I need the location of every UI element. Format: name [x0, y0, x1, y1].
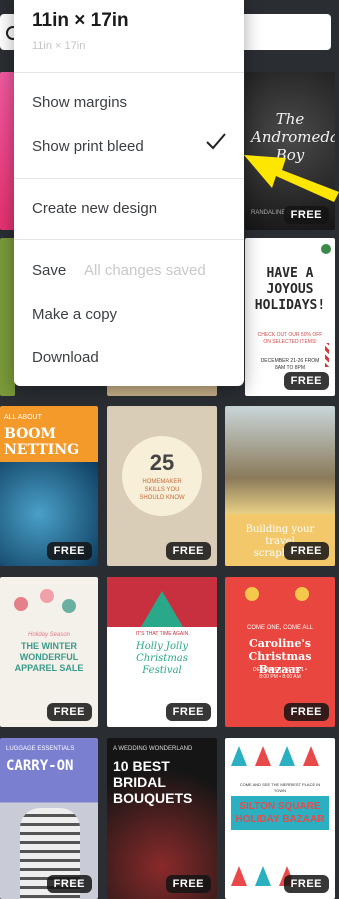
bridal-title: 10 BEST BRIDAL BOUQUETS	[113, 758, 193, 806]
ornament-icon	[40, 589, 54, 603]
tree-icon	[255, 866, 271, 886]
tree-icon	[303, 746, 319, 766]
template-card-homemaker[interactable]: 25 HOMEMAKER SKILLS YOU SHOULD KNOW FREE	[107, 406, 217, 566]
free-badge: FREE	[46, 875, 92, 893]
free-badge: FREE	[46, 703, 92, 721]
joyous-date: DECEMBER 21-26 FROM 8AM TO 8PM	[260, 358, 320, 371]
candy-cane-icon	[325, 343, 329, 367]
holly-title: Holly Jolly Christmas Festival	[135, 641, 189, 676]
free-badge: FREE	[165, 542, 211, 560]
menu-divider	[14, 72, 244, 73]
silton-title: SILTON SQUARE HOLIDAY BAZAAR	[235, 801, 325, 825]
free-badge: FREE	[165, 703, 211, 721]
template-card-scrapbook[interactable]: Building your travel scrapbook FREE	[225, 406, 335, 566]
template-card-apparel[interactable]: Holiday Season THE WINTER WONDERFUL APPA…	[0, 577, 98, 727]
carry-title: CARRY-ON	[6, 758, 74, 774]
menu-divider	[14, 239, 244, 240]
free-badge: FREE	[165, 875, 211, 893]
apparel-small: Holiday Season	[27, 632, 71, 638]
silton-small: COME AND SEE THE MERRIEST PLACE IN TOWN	[239, 782, 321, 793]
file-menu: 11in × 17in 11in × 17in Show margins Sho…	[14, 0, 244, 386]
joyous-sub: CHECK OUT OUR 50% OFF ON SELECTED ITEMS!	[257, 332, 323, 345]
apparel-title: THE WINTER WONDERFUL APPAREL SALE	[14, 641, 84, 673]
template-card[interactable]	[0, 238, 15, 396]
save-item[interactable]: Save	[32, 262, 66, 279]
menu-title: 11in × 17in	[32, 10, 129, 31]
template-card[interactable]	[0, 72, 15, 230]
show-print-bleed-item[interactable]: Show print bleed	[32, 138, 144, 155]
checkmark-icon	[206, 133, 226, 150]
ornament-icon	[62, 599, 76, 613]
tree-icon	[255, 746, 271, 766]
carry-small: LUGGAGE ESSENTIALS	[6, 746, 75, 752]
bridal-small: A WEDDING WONDERLAND	[113, 746, 193, 752]
create-new-design-item[interactable]: Create new design	[32, 200, 157, 217]
template-card-boom[interactable]: ALL ABOUT BOOM NETTING FREE	[0, 406, 98, 566]
boom-small: ALL ABOUT	[4, 414, 42, 421]
holly-small: IT'S THAT TIME AGAIN	[135, 631, 189, 637]
tree-icon	[279, 746, 295, 766]
free-badge: FREE	[283, 703, 329, 721]
homemaker-circle	[122, 436, 202, 516]
ornament-icon	[295, 587, 309, 601]
menu-subtitle: 11in × 17in	[32, 40, 86, 52]
homemaker-number: 25	[149, 450, 175, 475]
free-badge: FREE	[46, 542, 92, 560]
caroline-small: COME ONE, COME ALL	[246, 625, 313, 631]
joyous-heading: HAVE A JOYOUS HOLIDAYS!	[254, 266, 326, 313]
tree-icon	[231, 866, 247, 886]
template-card-silton[interactable]: COME AND SEE THE MERRIEST PLACE IN TOWN …	[225, 738, 335, 899]
ornament-icon	[245, 587, 259, 601]
template-card-carry-on[interactable]: LUGGAGE ESSENTIALS CARRY-ON FREE	[0, 738, 98, 899]
tree-icon	[141, 591, 183, 627]
free-badge: FREE	[283, 875, 329, 893]
annotation-arrow-icon	[244, 155, 339, 202]
make-copy-item[interactable]: Make a copy	[32, 306, 117, 323]
template-card-caroline[interactable]: COME ONE, COME ALL Caroline's Christmas …	[225, 577, 335, 727]
show-margins-item[interactable]: Show margins	[32, 94, 127, 111]
save-status: All changes saved	[84, 262, 206, 279]
homemaker-title: HOMEMAKER SKILLS YOU SHOULD KNOW	[139, 479, 185, 501]
boom-title: BOOM NETTING	[4, 426, 80, 458]
caroline-date: DECEMBER 7-8, 2021 • 8:00 PM • 8:00 AM	[253, 667, 307, 680]
template-card-holly[interactable]: IT'S THAT TIME AGAIN Holly Jolly Christm…	[107, 577, 217, 727]
tree-icon	[231, 746, 247, 766]
free-badge: FREE	[283, 372, 329, 390]
menu-divider	[14, 178, 244, 179]
free-badge: FREE	[283, 542, 329, 560]
download-item[interactable]: Download	[32, 349, 99, 366]
ornament-icon	[14, 597, 28, 611]
ornament-icon	[321, 244, 331, 254]
template-card-bridal[interactable]: A WEDDING WONDERLAND 10 BEST BRIDAL BOUQ…	[107, 738, 217, 899]
template-card-joyous[interactable]: HAVE A JOYOUS HOLIDAYS! CHECK OUT OUR 50…	[245, 238, 335, 396]
